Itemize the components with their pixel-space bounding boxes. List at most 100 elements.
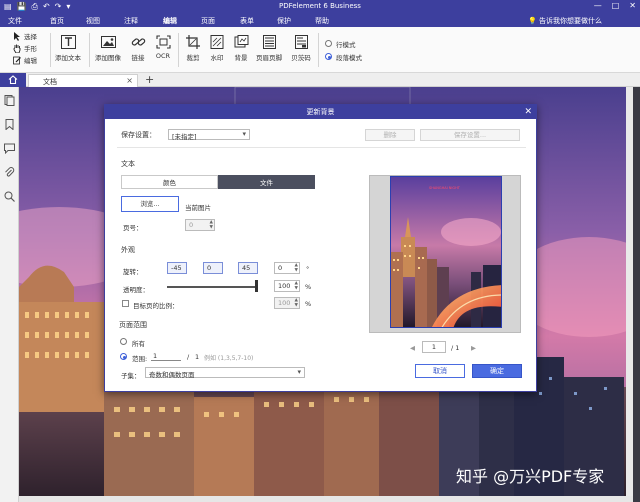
subset-dropdown[interactable]: 奇数和偶数页面 <box>145 367 305 379</box>
line-mode-option[interactable]: 行模式 <box>325 37 362 50</box>
preview-city-image: SHANGHAI NIGHT <box>391 177 501 327</box>
lightbulb-icon: 💡 <box>528 17 537 25</box>
source-file-tab[interactable]: 文件 <box>218 175 315 189</box>
add-image-label: 添加图像 <box>95 54 121 62</box>
header-footer-button[interactable]: 页眉页脚 <box>253 35 285 62</box>
close-window-button[interactable]: ✕ <box>629 1 636 10</box>
source-watermark-text: 知乎 @万兴PDF专家 <box>456 467 605 486</box>
save-settings-dropdown[interactable]: [未指定] <box>168 129 250 141</box>
search-icon[interactable] <box>4 191 15 202</box>
source-color-tab[interactable]: 颜色 <box>121 175 218 189</box>
ok-button[interactable]: 确定 <box>472 364 522 378</box>
ribbon-toolbar: 选择 手形 编辑 添加文本 添加图像 链接 OCR 裁剪 水印 背景 页眉页脚 … <box>0 27 640 73</box>
document-tab[interactable]: 文档 × <box>28 74 138 87</box>
add-text-label: 添加文本 <box>55 54 81 62</box>
vertical-scrollbar[interactable] <box>626 87 633 502</box>
select-tool-group: 选择 手形 编辑 <box>13 30 37 66</box>
paragraph-mode-option[interactable]: 段落模式 <box>325 50 362 63</box>
opacity-label: 透明度： <box>123 286 149 294</box>
select-tool[interactable]: 选择 <box>13 30 37 42</box>
bates-number-icon <box>294 35 308 49</box>
window-controls: — □ ✕ <box>594 1 636 10</box>
rotation-stepper[interactable]: 0 ▲ ▼ <box>274 262 300 274</box>
menu-tab-file[interactable]: 文件 <box>8 16 22 26</box>
tell-me-label: 告诉我你想要做什么 <box>539 17 602 25</box>
bookmark-icon[interactable] <box>4 119 15 130</box>
dialog-title: 更新背景 <box>105 105 536 119</box>
watermark-icon <box>210 35 223 49</box>
hand-tool[interactable]: 手形 <box>13 42 37 54</box>
preview-page-total: / 1 <box>451 344 460 352</box>
browse-button[interactable]: 浏览... <box>121 196 179 212</box>
stepper-arrows-icon[interactable]: ▲ ▼ <box>210 220 213 230</box>
appearance-section-title: 外观 <box>121 246 135 254</box>
crop-label: 裁剪 <box>186 54 200 62</box>
edit-tool[interactable]: 编辑 <box>13 54 37 66</box>
opacity-slider-track[interactable] <box>167 286 257 288</box>
current-image-label: 当前图片 <box>185 204 211 212</box>
opacity-stepper[interactable]: 100 ▲ ▼ <box>274 280 300 292</box>
comment-icon[interactable] <box>4 143 15 154</box>
add-image-button[interactable]: 添加图像 <box>92 35 124 62</box>
menu-tab-form[interactable]: 表单 <box>240 16 254 26</box>
minimize-button[interactable]: — <box>594 1 602 10</box>
close-tab-icon[interactable]: × <box>126 76 133 85</box>
stepper-arrows-icon[interactable]: ▲ ▼ <box>295 298 298 308</box>
preview-prev-button[interactable]: ◀ <box>410 344 415 352</box>
dialog-divider <box>117 147 526 148</box>
rotate-45-button[interactable]: 45 <box>238 262 258 274</box>
attachment-icon[interactable] <box>4 167 15 178</box>
header-footer-icon <box>262 35 276 49</box>
menu-tab-comment[interactable]: 注释 <box>124 16 138 26</box>
page-range-all-radio[interactable] <box>120 338 127 345</box>
new-tab-button[interactable]: + <box>145 73 154 86</box>
document-tab-bar: 文档 × + <box>0 73 640 87</box>
watermark-label: 水印 <box>210 54 224 62</box>
cursor-icon <box>14 31 20 41</box>
left-sidebar <box>0 87 19 502</box>
background-label: 背景 <box>234 54 248 62</box>
range-from-input[interactable]: 1 <box>151 350 181 361</box>
stepper-arrows-icon[interactable]: ▲ ▼ <box>295 263 298 273</box>
ocr-button[interactable]: OCR <box>147 35 179 60</box>
home-tab[interactable] <box>0 73 26 87</box>
page-number-label: 页号： <box>123 224 143 232</box>
target-scale-checkbox[interactable] <box>122 300 129 307</box>
stepper-arrows-icon[interactable]: ▲ ▼ <box>295 281 298 291</box>
tell-me-search[interactable]: 💡 告诉我你想要做什么 <box>528 16 602 26</box>
cancel-button[interactable]: 取消 <box>415 364 465 378</box>
menu-tab-help[interactable]: 帮助 <box>315 16 329 26</box>
menu-tab-home[interactable]: 首页 <box>50 16 64 26</box>
add-text-button[interactable]: 添加文本 <box>52 35 84 62</box>
rotate-minus-45-button[interactable]: -45 <box>167 262 187 274</box>
dialog-close-button[interactable]: ✕ <box>524 105 532 119</box>
text-section-title: 文本 <box>121 160 135 168</box>
delete-settings-button[interactable]: 删除 <box>365 129 415 141</box>
line-mode-radio[interactable] <box>325 40 332 47</box>
rotation-unit: ° <box>306 265 310 273</box>
rotate-0-button[interactable]: 0 <box>203 262 223 274</box>
menu-tab-view[interactable]: 视图 <box>86 16 100 26</box>
maximize-button[interactable]: □ <box>612 1 620 10</box>
preview-page-input[interactable]: 1 <box>422 341 446 353</box>
menu-tab-page[interactable]: 页面 <box>201 16 215 26</box>
save-settings-button[interactable]: 保存设置... <box>420 129 520 141</box>
page-number-stepper[interactable]: 0 ▲ ▼ <box>185 219 215 231</box>
edit-tool-label: 编辑 <box>24 57 37 65</box>
preview-page: SHANGHAI NIGHT <box>390 176 502 328</box>
menu-tab-protect[interactable]: 保护 <box>277 16 291 26</box>
app-title: PDFelement 6 Business <box>279 2 361 10</box>
paragraph-mode-label: 段落模式 <box>336 53 362 62</box>
paragraph-mode-radio[interactable] <box>325 53 332 60</box>
thumbnails-icon[interactable] <box>4 95 15 106</box>
opacity-slider-thumb[interactable] <box>255 280 258 292</box>
range-example-hint: 例如 (1,3,5,7-10) <box>204 355 254 362</box>
page-range-all-label: 所有 <box>132 340 145 348</box>
target-scale-stepper[interactable]: 100 ▲ ▼ <box>274 297 300 309</box>
range-total: 1 <box>195 353 200 361</box>
page-range-custom-radio[interactable] <box>120 353 127 360</box>
horizontal-scrollbar[interactable] <box>19 496 633 502</box>
bates-number-button[interactable]: 贝茨码 <box>285 35 317 62</box>
preview-next-button[interactable]: ▶ <box>471 344 476 352</box>
menu-bar: 文件 首页 视图 注释 编辑 页面 表单 保护 帮助 💡 告诉我你想要做什么 <box>0 14 640 29</box>
